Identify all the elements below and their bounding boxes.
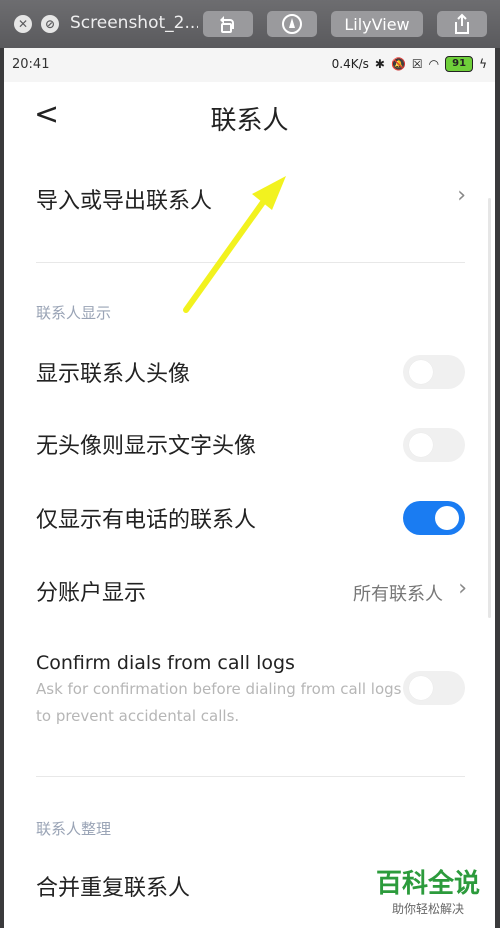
status-time: 20:41 — [12, 57, 50, 72]
watermark-sub: 助你轻松解决 — [392, 902, 465, 916]
confirm-dials-description: Ask for confirmation before dialing from… — [36, 680, 402, 725]
status-bar: 20:41 0.4K/s ✱ 🔕 ☒ ◠ 91 ϟ — [4, 48, 495, 82]
toggle-knob — [409, 676, 433, 700]
chevron-right-icon: › — [457, 183, 466, 208]
bluetooth-icon: ✱ — [374, 57, 385, 71]
confirm-dials-toggle[interactable] — [403, 671, 465, 705]
phone-screen: 20:41 0.4K/s ✱ 🔕 ☒ ◠ 91 ϟ < 联系人 导入或导出联系人… — [4, 48, 495, 928]
toggle-knob — [409, 433, 433, 457]
text-avatar-row: 无头像则显示文字头像 — [36, 428, 466, 464]
phone-only-row: 仅显示有电话的联系人 — [36, 502, 466, 538]
phone-only-toggle[interactable] — [403, 501, 465, 535]
text-avatar-label: 无头像则显示文字头像 — [36, 434, 257, 459]
show-avatar-row: 显示联系人头像 — [36, 356, 466, 392]
watermark: 百科全说 助你轻松解决 — [376, 868, 480, 917]
rotate-icon — [220, 16, 234, 33]
net-speed: 0.4K/s — [331, 57, 369, 71]
rotate-button[interactable] — [203, 11, 253, 37]
wifi-icon: ◠ — [428, 57, 440, 71]
share-button[interactable] — [437, 11, 487, 37]
sim-off-icon: ☒ — [411, 57, 423, 71]
show-avatar-toggle[interactable] — [403, 355, 465, 389]
show-avatar-label: 显示联系人头像 — [36, 362, 191, 387]
account-display-label: 分账户显示 — [36, 581, 147, 606]
lilyview-button[interactable]: LilyView — [331, 11, 423, 37]
section-organize-header: 联系人整理 — [36, 820, 112, 838]
annotation-arrow-icon — [183, 176, 286, 313]
battery-badge: 91 — [445, 56, 474, 72]
watermark-main: 百科全说 — [376, 869, 481, 899]
confirm-dials-row: Confirm dials from call logs Ask for con… — [36, 652, 466, 730]
chevron-right-icon: › — [458, 576, 467, 601]
close-icon[interactable]: ✕ — [14, 15, 32, 33]
import-export-row[interactable]: 导入或导出联系人 › — [36, 183, 466, 223]
toggle-knob — [435, 506, 459, 530]
window-title: Screenshot_2... — [70, 13, 198, 33]
divider — [36, 776, 465, 777]
divider — [36, 262, 465, 263]
minimize-icon[interactable]: ⊘ — [41, 15, 59, 33]
account-display-value: 所有联系人 — [353, 584, 443, 605]
import-export-label: 导入或导出联系人 — [36, 189, 213, 214]
confirm-dials-label: Confirm dials from call logs — [36, 652, 295, 674]
share-icon — [455, 13, 469, 34]
phone-only-label: 仅显示有电话的联系人 — [36, 508, 257, 533]
section-display-header: 联系人显示 — [36, 304, 112, 322]
viewer-title-bar: ✕ ⊘ Screenshot_2... LilyView — [0, 0, 500, 48]
charging-icon: ϟ — [479, 57, 487, 71]
markup-pen-icon — [282, 14, 302, 34]
merge-duplicates-label: 合并重复联系人 — [36, 876, 191, 901]
toggle-knob — [409, 360, 433, 384]
page-header: < 联系人 — [4, 82, 495, 152]
markup-button[interactable] — [267, 11, 317, 37]
scrollbar[interactable] — [488, 198, 491, 618]
page-title: 联系人 — [210, 106, 289, 136]
mute-bell-icon: 🔕 — [390, 57, 406, 71]
status-icons: 0.4K/s ✱ 🔕 ☒ ◠ 91 ϟ — [332, 56, 487, 72]
text-avatar-toggle[interactable] — [403, 428, 465, 462]
